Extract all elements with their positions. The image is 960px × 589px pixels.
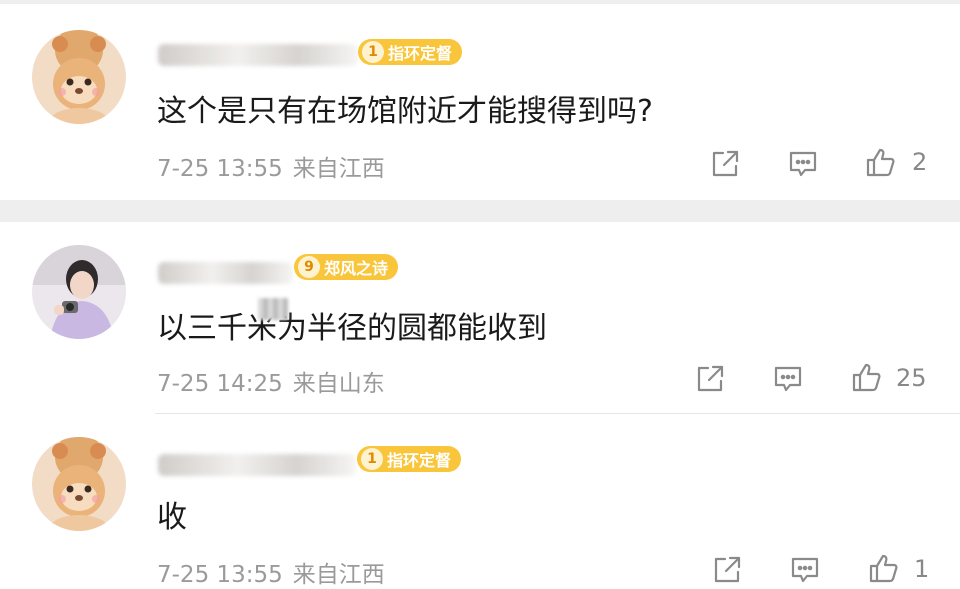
comment-divider [155,413,960,414]
username-redacted[interactable] [158,44,358,66]
section-gap [0,200,960,222]
fan-badge[interactable]: 9 郑风之诗 [294,254,399,280]
comment-date: 7-25 13:55 [157,562,283,588]
badge-level: 1 [362,41,384,63]
comment-meta: 7-25 13:55 来自江西 [157,149,395,183]
comment-date: 7-25 13:55 [157,156,283,182]
comment-icon[interactable] [789,554,821,586]
like-count: 25 [896,364,927,392]
badge-label: 指环定督 [387,451,452,470]
comment-text: 这个是只有在场馆附近才能搜得到吗? [157,94,653,129]
user-avatar[interactable] [32,245,126,339]
username-redacted[interactable] [158,262,293,284]
comment-text: 以三千米为半径的圆都能收到 [157,311,547,346]
like-icon[interactable] [864,146,896,178]
comment-meta: 7-25 13:55 来自江西 [157,555,395,589]
comment-icon[interactable] [787,148,819,180]
username-redacted[interactable] [158,454,356,476]
fan-badge[interactable]: 1 指环定督 [357,446,462,472]
comment-date: 7-25 14:25 [157,371,283,397]
like-icon[interactable] [867,552,899,584]
badge-label: 指环定督 [388,44,453,63]
top-separator [0,0,960,4]
user-avatar[interactable] [32,30,126,124]
comment-icon[interactable] [772,363,804,395]
comment-meta: 7-25 14:25 来自山东 [157,364,395,398]
share-icon[interactable] [709,148,741,180]
badge-level: 1 [361,448,383,470]
badge-label: 郑风之诗 [324,259,389,278]
share-icon[interactable] [694,363,726,395]
fan-badge[interactable]: 1 指环定督 [358,39,463,65]
like-icon[interactable] [850,361,882,393]
comment-location: 来自江西 [292,156,385,182]
comment-location: 来自山东 [292,371,385,397]
like-count: 2 [912,148,928,176]
badge-level: 9 [298,256,320,278]
redaction-mark [258,298,288,320]
user-avatar[interactable] [32,437,126,531]
comment-location: 来自江西 [292,562,385,588]
comment-text: 收 [157,500,187,535]
like-count: 1 [914,555,930,583]
share-icon[interactable] [711,554,743,586]
